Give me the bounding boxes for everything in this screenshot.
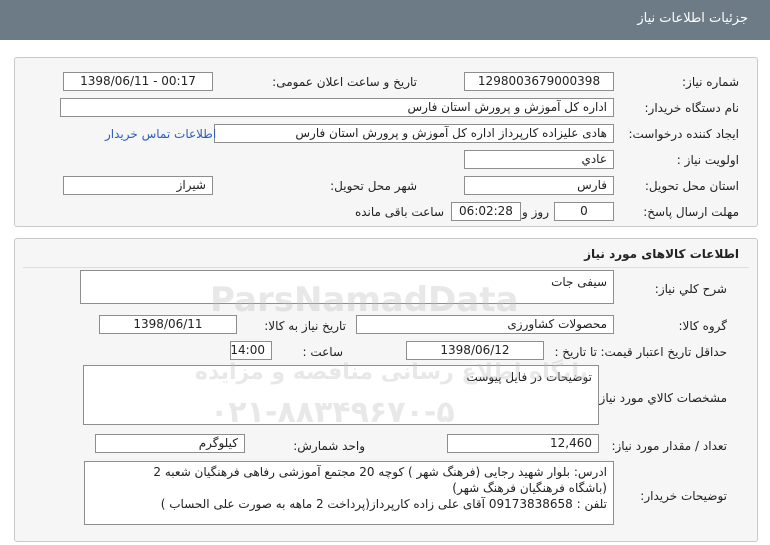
goods-group-label: گروه کالا: <box>678 319 728 333</box>
goods-group-field: محصولات کشاورزی <box>356 315 614 334</box>
days-field: 0 <box>554 202 614 221</box>
until-date-label: تا تاریخ : <box>554 345 597 359</box>
page-header: جزئیات اطلاعات نیاز <box>0 0 770 40</box>
goods-info-panel: اطلاعات کالاهای مورد نیاز شرح کلي نياز: … <box>14 238 758 542</box>
creator-label: ایجاد کننده درخواست: <box>628 127 739 141</box>
need-date-field: 1398/06/11 <box>99 315 237 334</box>
province-field: فارس <box>464 176 614 195</box>
goods-section-title: اطلاعات کالاهای مورد نیاز <box>584 247 739 261</box>
buyer-notes-label: توضیحات خریدار: <box>640 489 727 503</box>
buyer-notes-line: (باشگاه فرهنگیان فرهنگ شهر) <box>452 481 607 495</box>
until-date-field: 1398/06/12 <box>406 341 544 360</box>
unit-label: واحد شمارش: <box>293 439 365 453</box>
description-label: شرح کلي نياز: <box>654 282 727 296</box>
city-label: شهر محل تحویل: <box>330 179 417 193</box>
specs-label: مشخصات کالاي مورد نياز: <box>595 391 727 405</box>
need-number-field: 1298003679000398 <box>464 72 614 91</box>
buyer-org-field: اداره کل آموزش و پرورش استان فارس <box>60 98 614 117</box>
creator-field: هادی علیزاده کارپرداز اداره کل آموزش و پ… <box>214 124 614 143</box>
buyer-notes-line: ادرس: بلوار شهید رجایی (فرهنگ شهر ) کوچه… <box>153 465 607 479</box>
unit-field: کیلوگرم <box>95 434 245 453</box>
specs-field: توضیحات در فایل پیوست <box>83 365 599 425</box>
time-left-label: ساعت باقی مانده <box>354 205 444 219</box>
quantity-label: تعداد / مقدار مورد نیاز: <box>611 439 727 453</box>
hour-field: 14:00 <box>230 341 272 360</box>
need-date-label: تاریخ نیاز به کالا: <box>264 319 346 333</box>
city-field: شیراز <box>63 176 213 195</box>
day-and-label: روز و <box>522 205 549 219</box>
need-info-panel: شماره نیاز: 1298003679000398 تاریخ و ساع… <box>14 57 758 227</box>
buyer-notes-field: ادرس: بلوار شهید رجایی (فرهنگ شهر ) کوچه… <box>84 461 614 525</box>
price-validity-label: حداقل تاریخ اعتبار قیمت: <box>600 345 727 359</box>
description-field: سیفی جات <box>80 270 614 304</box>
time-left-field: 06:02:28 <box>451 202 521 221</box>
buyer-contact-link[interactable]: اطلاعات تماس خریدار <box>105 127 216 141</box>
buyer-notes-line: تلفن : 09173838658 آقای علی زاده کارپردا… <box>160 497 607 511</box>
need-number-label: شماره نیاز: <box>682 75 739 89</box>
deadline-label: مهلت ارسال پاسخ: <box>643 205 739 219</box>
province-label: استان محل تحویل: <box>644 179 739 193</box>
announce-datetime-label: تاریخ و ساعت اعلان عمومی: <box>272 75 417 89</box>
page-title: جزئیات اطلاعات نیاز <box>637 11 748 26</box>
buyer-org-label: نام دستگاه خریدار: <box>644 101 740 115</box>
announce-datetime-field: 1398/06/11 - 00:17 <box>63 72 213 91</box>
section-divider <box>23 267 749 268</box>
hour-label: ساعت : <box>302 345 343 359</box>
priority-label: اولویت نیاز : <box>676 153 739 167</box>
quantity-field: 12,460 <box>447 434 599 453</box>
priority-field: عادي <box>464 150 614 169</box>
